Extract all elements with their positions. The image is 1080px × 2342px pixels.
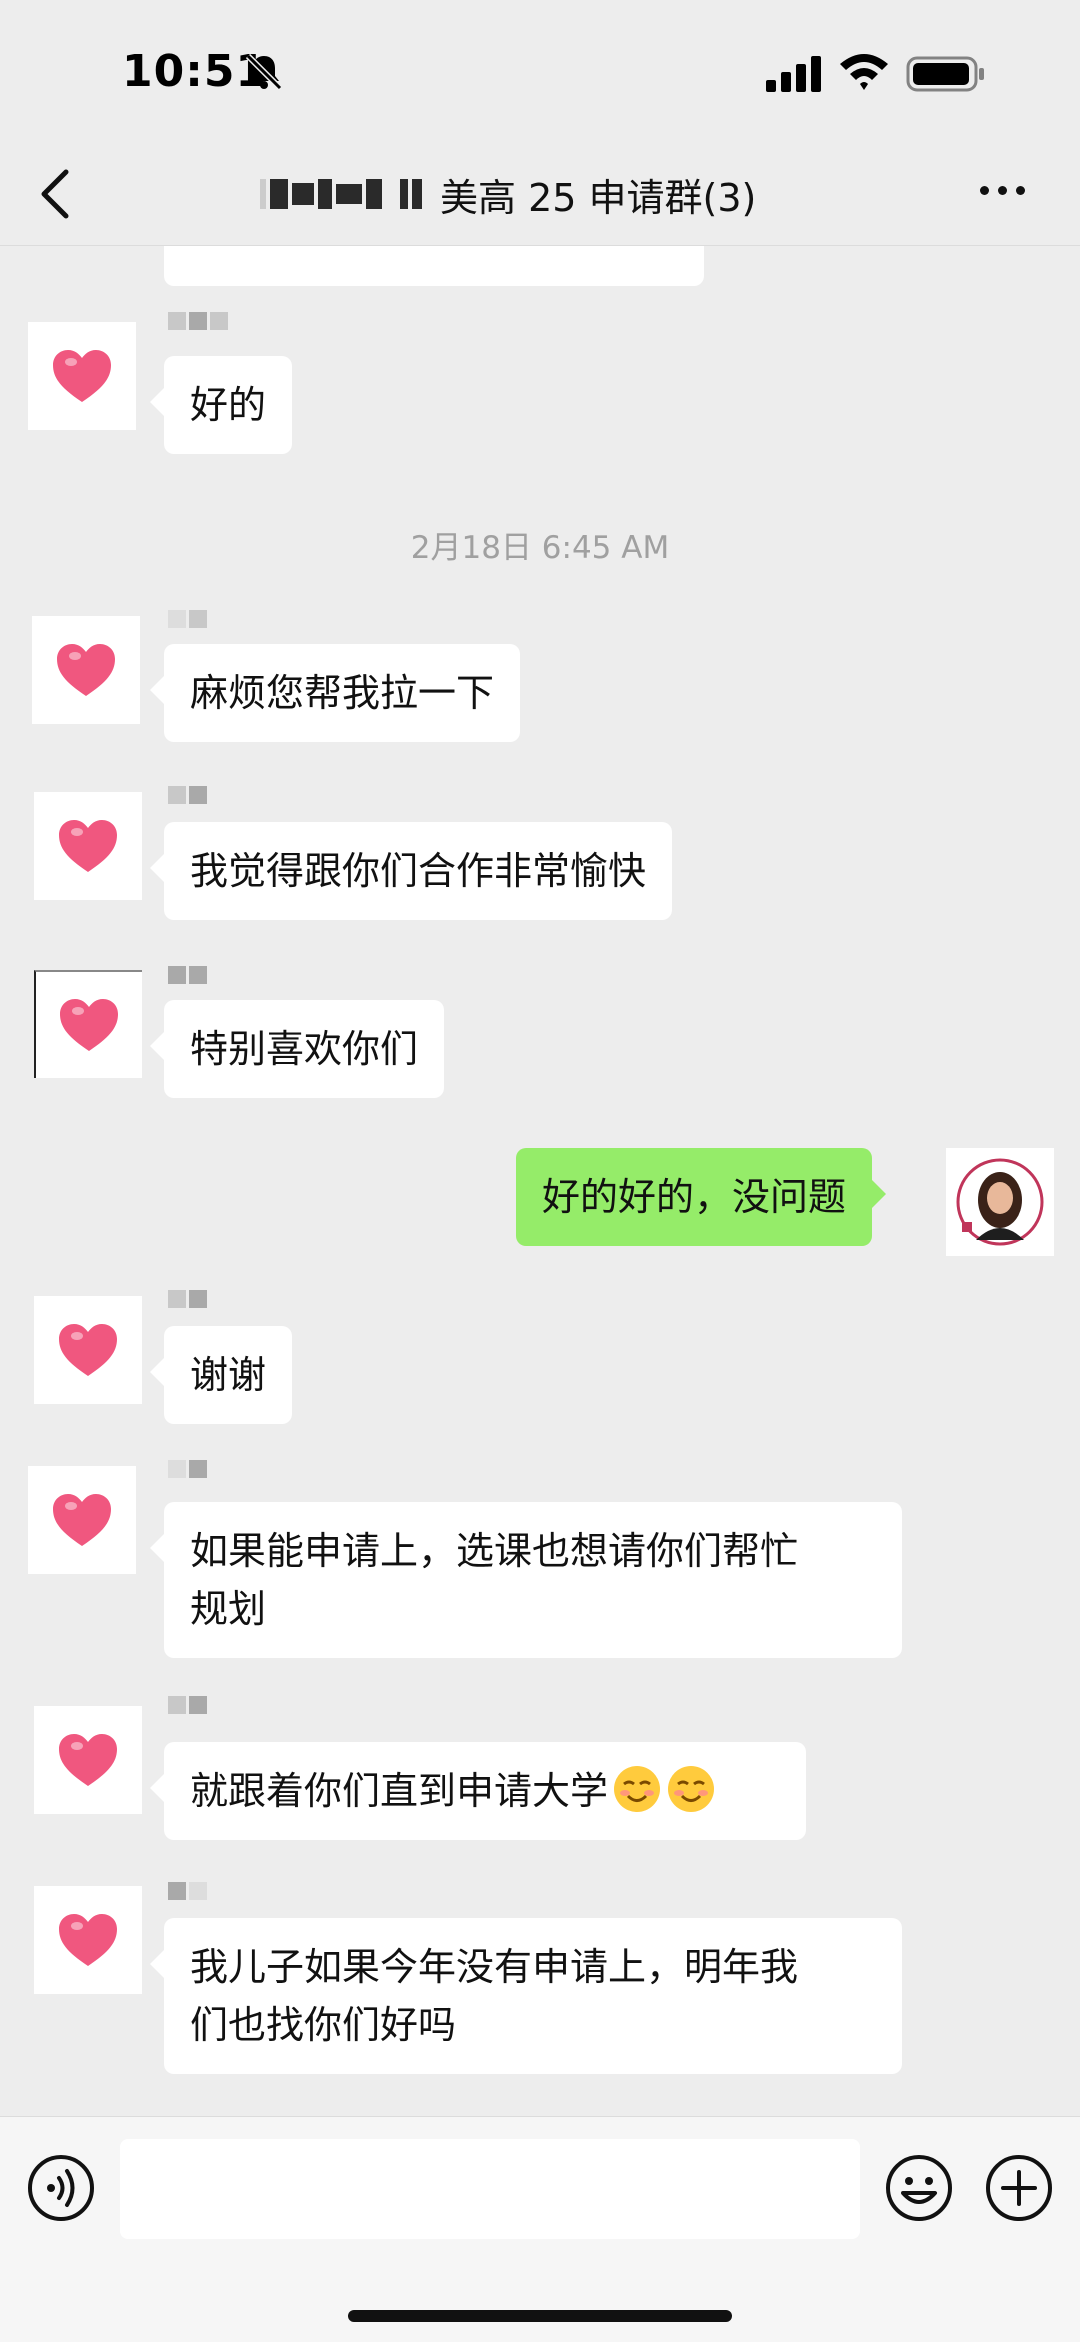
chat-screen: 10:51 美高 25 申请群(3) 好的 2月18日 6:45 AM 麻烦您帮… <box>0 0 1080 2342</box>
message-list[interactable]: 好的 2月18日 6:45 AM 麻烦您帮我拉一下 我觉得跟你们合作非常愉快 特… <box>0 246 1080 2116</box>
message-text: 特别喜欢你们 <box>190 1027 419 1071</box>
profile-photo-icon <box>956 1158 1044 1246</box>
sender-name <box>168 610 207 640</box>
emoji-icon[interactable] <box>884 2153 954 2223</box>
message-bubble: 如果能申请上，选课也想请你们帮忙 规划 <box>150 1502 902 1658</box>
message-text: 谢谢 <box>190 1353 267 1397</box>
smiling-face-icon <box>666 1764 716 1814</box>
input-bar <box>0 2116 1080 2342</box>
avatar[interactable] <box>34 792 142 900</box>
sender-name <box>168 1882 207 1912</box>
home-indicator <box>348 2310 732 2322</box>
avatar[interactable] <box>28 1466 136 1574</box>
message-text-line1: 如果能申请上，选课也想请你们帮忙 <box>190 1529 799 1573</box>
message-text: 好的好的，没问题 <box>542 1175 847 1219</box>
message-input[interactable] <box>120 2139 860 2239</box>
message-bubble-cutoff <box>164 246 704 286</box>
chevron-left-icon[interactable] <box>36 166 76 222</box>
signal-icon <box>766 56 821 92</box>
avatar[interactable] <box>34 1706 142 1814</box>
sender-name <box>168 1290 207 1320</box>
heart-icon <box>51 1492 113 1548</box>
smiling-face-icon <box>612 1764 662 1814</box>
chat-title: 美高 25 申请群(3) <box>440 175 757 220</box>
heart-icon <box>58 997 120 1053</box>
battery-icon <box>906 56 984 92</box>
message-text: 我觉得跟你们合作非常愉快 <box>190 849 647 893</box>
status-bar: 10:51 <box>0 0 1080 140</box>
message-bubble: 特别喜欢你们 <box>149 1000 445 1098</box>
nav-bar: 美高 25 申请群(3) <box>0 140 1080 246</box>
heart-icon <box>57 1732 119 1788</box>
sender-name <box>168 312 228 342</box>
avatar[interactable] <box>28 322 136 430</box>
my-message-bubble: 好的好的，没问题 <box>516 1148 887 1246</box>
avatar[interactable] <box>32 616 140 724</box>
sender-name <box>168 786 207 816</box>
more-dots-icon[interactable] <box>980 170 1040 210</box>
wifi-icon <box>840 54 888 90</box>
avatar[interactable] <box>34 1296 142 1404</box>
message-bubble: 就跟着你们直到申请大学 <box>150 1742 806 1840</box>
message-text: 好的 <box>190 383 267 427</box>
heart-icon <box>57 818 119 874</box>
avatar[interactable] <box>34 970 142 1078</box>
message-bubble: 麻烦您帮我拉一下 <box>149 644 521 742</box>
sender-name <box>168 1460 207 1490</box>
plus-icon[interactable] <box>984 2153 1054 2223</box>
sender-name <box>168 1696 207 1726</box>
avatar[interactable] <box>34 1886 142 1994</box>
message-bubble: 谢谢 <box>149 1326 293 1424</box>
message-bubble: 好的 <box>149 356 293 454</box>
heart-icon <box>57 1912 119 1968</box>
chat-title-group: 美高 25 申请群(3) <box>260 164 756 224</box>
heart-icon <box>57 1322 119 1378</box>
my-avatar[interactable] <box>946 1148 1054 1256</box>
redacted-name <box>260 179 422 209</box>
bell-off-icon <box>245 53 283 91</box>
message-text-line1: 我儿子如果今年没有申请上，明年我 <box>190 1945 799 1989</box>
heart-icon <box>51 348 113 404</box>
message-bubble: 我儿子如果今年没有申请上，明年我 们也找你们好吗 <box>150 1918 902 2074</box>
heart-icon <box>55 642 117 698</box>
sender-name <box>168 966 207 996</box>
voice-icon[interactable] <box>26 2153 96 2223</box>
timestamp: 2月18日 6:45 AM <box>410 530 670 566</box>
message-text: 麻烦您帮我拉一下 <box>190 671 495 715</box>
message-bubble: 我觉得跟你们合作非常愉快 <box>149 822 673 920</box>
message-text: 就跟着你们直到申请大学 <box>190 1769 609 1813</box>
message-text-line2: 们也找你们好吗 <box>190 2003 457 2047</box>
message-text-line2: 规划 <box>190 1587 267 1631</box>
